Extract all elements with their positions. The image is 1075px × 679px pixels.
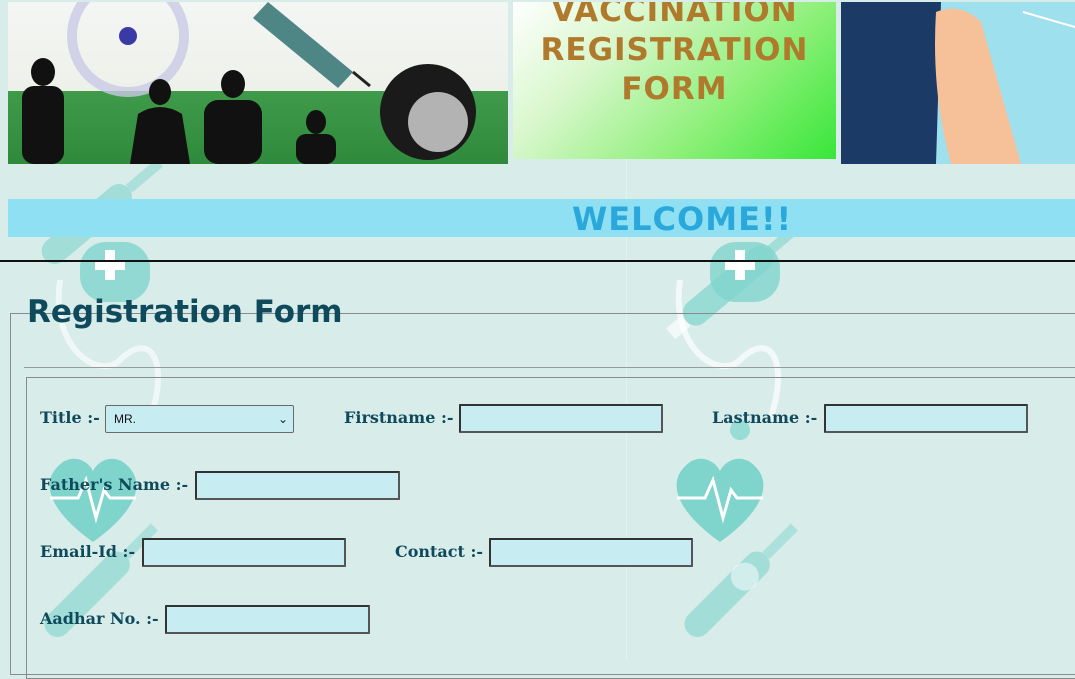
welcome-text: WELCOME!!	[572, 200, 793, 238]
banner-title-box: VACCINATION REGISTRATION FORM	[513, 2, 836, 159]
fathers-name-input[interactable]	[195, 471, 400, 500]
firstname-label: Firstname :-	[344, 408, 454, 427]
divider	[0, 260, 1075, 262]
form-divider	[24, 367, 1075, 368]
banner-title: VACCINATION REGISTRATION FORM	[540, 2, 809, 107]
firstname-input[interactable]	[459, 404, 663, 433]
contact-label: Contact :-	[395, 542, 484, 561]
chevron-down-icon: ⌄	[277, 412, 288, 426]
aadhar-label: Aadhar No. :-	[40, 609, 159, 628]
title-select-value: MR.	[114, 412, 136, 426]
lastname-input[interactable]	[824, 404, 1028, 433]
lastname-label: Lastname :-	[712, 408, 818, 427]
title-select[interactable]: MR. ⌄	[105, 405, 294, 433]
bottle-icon	[710, 242, 780, 302]
banner-image-vaccination	[8, 2, 508, 164]
form-legend: Registration Form	[27, 294, 343, 330]
contact-input[interactable]	[489, 538, 693, 567]
welcome-banner: WELCOME!!	[8, 199, 1075, 238]
banner-image-arm	[841, 2, 1075, 164]
aadhar-input[interactable]	[165, 605, 370, 634]
email-input[interactable]	[142, 538, 346, 567]
header-banner: VACCINATION REGISTRATION FORM	[0, 0, 1075, 164]
title-label: Title :-	[40, 408, 100, 427]
email-label: Email-Id :-	[40, 542, 136, 561]
fathers-name-label: Father's Name :-	[40, 475, 189, 494]
